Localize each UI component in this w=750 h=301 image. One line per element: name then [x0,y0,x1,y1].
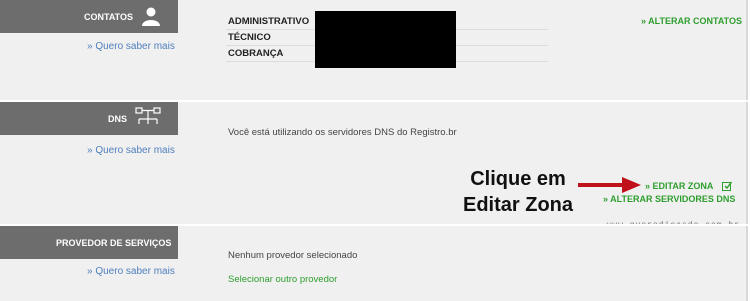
edit-zone-label: » EDITAR ZONA [645,181,714,191]
redacted-block [315,11,456,68]
contacts-more-link[interactable]: » Quero saber mais [87,41,175,52]
select-provider-link[interactable]: Selecionar outro provedor [228,274,337,285]
annotation-text: Clique em Editar Zona [448,166,588,218]
contacts-title: CONTATOS [84,12,133,22]
provider-header: PROVEDOR DE SERVIÇOS [0,226,178,259]
edit-zone-link[interactable]: » EDITAR ZONA [645,181,732,193]
provider-more-link[interactable]: » Quero saber mais [87,266,175,277]
dns-header: DNS [0,102,178,135]
contacts-header: CONTATOS [0,0,178,33]
user-icon [141,6,161,28]
dns-more-link[interactable]: » Quero saber mais [87,145,175,156]
dns-title: DNS [108,114,128,124]
contacts-section: CONTATOS » Quero saber mais ADMINISTRATI… [0,0,748,100]
red-arrow-icon [578,176,642,199]
annotation-line-2: Editar Zona [462,194,573,216]
annotation-line-1: Clique em [470,168,566,190]
dns-info-text: Você está utilizando os servidores DNS d… [228,127,457,138]
contact-row-tecnico: TÉCNICO [228,32,271,43]
network-icon [135,107,161,129]
provider-section: PROVEDOR DE SERVIÇOS » Quero saber mais … [0,226,748,301]
provider-title: PROVEDOR DE SERVIÇOS [56,238,172,248]
edit-icon [721,181,732,193]
contact-row-admin: ADMINISTRATIVO [228,16,310,27]
change-contacts-link[interactable]: » ALTERAR CONTATOS [641,16,742,26]
dns-section: DNS » Quero saber mais Você está utiliza… [0,102,748,224]
contact-row-cobranca: COBRANÇA [228,48,284,59]
provider-info-text: Nenhum provedor selecionado [228,250,358,261]
